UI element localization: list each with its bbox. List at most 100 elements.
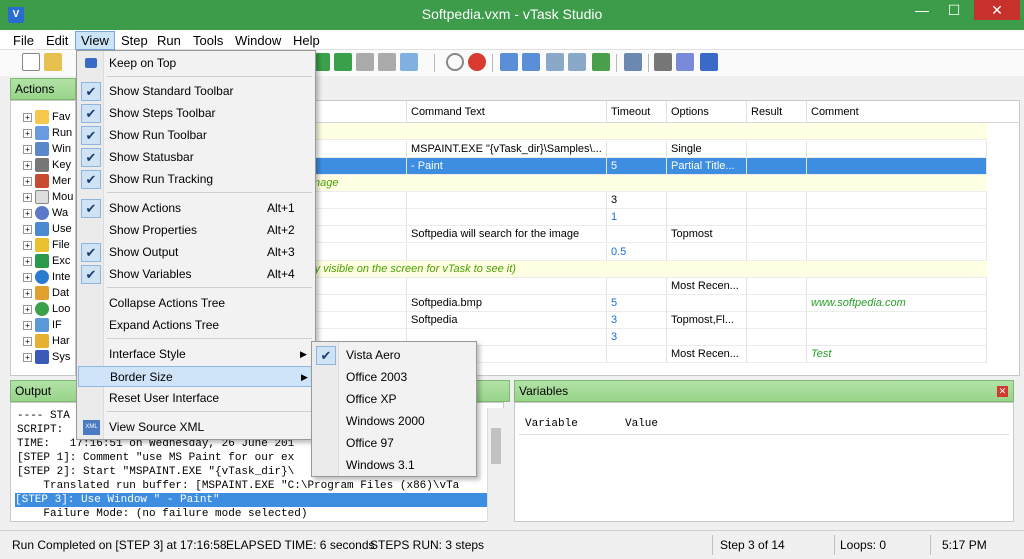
close-window-button[interactable]: ✕ bbox=[974, 0, 1020, 20]
column-header[interactable]: Result bbox=[747, 101, 807, 123]
grid-cell[interactable] bbox=[607, 278, 667, 295]
grid-cell[interactable] bbox=[807, 329, 987, 346]
tree-item[interactable]: + IF bbox=[23, 317, 62, 333]
grid-cell[interactable] bbox=[747, 192, 807, 209]
grid-cell[interactable]: Softpedia will search for the image bbox=[407, 226, 607, 243]
grid-cell[interactable]: Topmost,Fl... bbox=[667, 312, 747, 329]
menu-item-expand-actions-tree[interactable]: Expand Actions Tree bbox=[78, 315, 314, 336]
tree-item[interactable]: + Run bbox=[23, 125, 72, 141]
calendar-icon[interactable] bbox=[624, 53, 642, 71]
grid-cell[interactable]: Softpedia.bmp bbox=[407, 295, 607, 312]
menu-item-show-standard-toolbar[interactable]: ✔ Show Standard Toolbar bbox=[78, 81, 314, 102]
grid-cell[interactable] bbox=[407, 278, 607, 295]
tree-item[interactable]: + Sys bbox=[23, 349, 70, 365]
column-header[interactable]: Comment bbox=[807, 101, 1019, 123]
tree-item[interactable]: + Wa bbox=[23, 205, 68, 221]
grid-cell[interactable] bbox=[607, 226, 667, 243]
delete-step-icon[interactable] bbox=[468, 53, 486, 71]
tools-icon[interactable] bbox=[654, 53, 672, 71]
menu-item-show-output[interactable]: ✔ Show Output Alt+3 bbox=[78, 242, 314, 263]
menu-item-interface-style[interactable]: Interface Style ▶ bbox=[78, 344, 314, 365]
open-folder-icon[interactable] bbox=[44, 53, 62, 71]
tree-item[interactable]: + Dat bbox=[23, 285, 69, 301]
column-header[interactable]: Options bbox=[667, 101, 747, 123]
menu-item-keep-on-top[interactable]: Keep on Top bbox=[78, 53, 314, 74]
tree-item[interactable]: + File bbox=[23, 237, 70, 253]
grid-cell[interactable]: 5 bbox=[607, 295, 667, 312]
grid-cell[interactable] bbox=[747, 295, 807, 312]
style-option-office-2003[interactable]: Office 2003 bbox=[313, 367, 475, 388]
style-option-office-xp[interactable]: Office XP bbox=[313, 389, 475, 410]
grid-cell[interactable] bbox=[667, 209, 747, 226]
grid-cell[interactable]: 5 bbox=[607, 158, 667, 175]
menu-step[interactable]: Step bbox=[116, 32, 153, 49]
menu-item-reset-user-interface[interactable]: Reset User Interface bbox=[78, 388, 314, 409]
menu-item-show-properties[interactable]: Show Properties Alt+2 bbox=[78, 220, 314, 241]
grid-cell[interactable] bbox=[747, 158, 807, 175]
menu-item-border-size[interactable]: Border Size ▶ bbox=[78, 366, 314, 387]
grid-cell[interactable] bbox=[747, 244, 807, 261]
grid-cell[interactable] bbox=[667, 329, 747, 346]
style-option-windows-2000[interactable]: Windows 2000 bbox=[313, 411, 475, 432]
options-icon[interactable] bbox=[676, 53, 694, 71]
grid-cell[interactable]: MSPAINT.EXE "{vTask_dir}\Samples\... bbox=[407, 141, 607, 158]
pause-icon[interactable] bbox=[356, 53, 374, 71]
pin-icon[interactable] bbox=[700, 53, 718, 71]
grid-cell[interactable] bbox=[807, 278, 987, 295]
grid-cell[interactable]: Softpedia bbox=[407, 312, 607, 329]
grid-cell[interactable] bbox=[747, 209, 807, 226]
grid-cell[interactable]: www.softpedia.com bbox=[807, 295, 987, 312]
grid-cell[interactable] bbox=[807, 209, 987, 226]
grid-cell[interactable]: 3 bbox=[607, 329, 667, 346]
maximize-button[interactable]: ☐ bbox=[940, 0, 968, 20]
tree-item[interactable]: + Key bbox=[23, 157, 71, 173]
comment-icon[interactable] bbox=[592, 53, 610, 71]
tree-item[interactable]: + Mer bbox=[23, 173, 71, 189]
tree-item[interactable]: + Use bbox=[23, 221, 72, 237]
tree-item[interactable]: + Mou bbox=[23, 189, 73, 205]
tree-item[interactable]: + Fav bbox=[23, 109, 70, 125]
grid-cell[interactable] bbox=[747, 141, 807, 158]
style-option-vista-aero[interactable]: ✔ Vista Aero bbox=[313, 345, 475, 366]
grid-cell[interactable] bbox=[807, 312, 987, 329]
output-scrollbar[interactable] bbox=[487, 408, 504, 522]
tree-item[interactable]: + Har bbox=[23, 333, 70, 349]
stop-icon[interactable] bbox=[378, 53, 396, 71]
grid-cell[interactable] bbox=[407, 192, 607, 209]
grid-cell[interactable] bbox=[747, 278, 807, 295]
close-variables-icon[interactable]: ✕ bbox=[997, 386, 1008, 397]
style-option-windows-3-1[interactable]: Windows 3.1 bbox=[313, 455, 475, 476]
menu-item-show-variables[interactable]: ✔ Show Variables Alt+4 bbox=[78, 264, 314, 285]
grid-cell[interactable]: Most Recen... bbox=[667, 278, 747, 295]
menu-item-view-source-xml[interactable]: XML View Source XML bbox=[78, 417, 314, 438]
menu-item-collapse-actions-tree[interactable]: Collapse Actions Tree bbox=[78, 293, 314, 314]
grid-cell[interactable] bbox=[407, 209, 607, 226]
disable-icon[interactable] bbox=[446, 53, 464, 71]
actions-tree[interactable]: + Fav + Run + Win + Key + Mer + Mou + Wa + Use +… bbox=[10, 100, 76, 376]
grid-cell[interactable] bbox=[607, 346, 667, 363]
grid-cell[interactable]: Test bbox=[807, 346, 987, 363]
grid-cell[interactable]: Most Recen... bbox=[667, 346, 747, 363]
new-file-icon[interactable] bbox=[22, 53, 40, 71]
move-down-icon[interactable] bbox=[522, 53, 540, 71]
outdent-icon[interactable] bbox=[568, 53, 586, 71]
grid-cell[interactable]: Single bbox=[667, 141, 747, 158]
indent-icon[interactable] bbox=[546, 53, 564, 71]
minimize-button[interactable]: — bbox=[908, 0, 936, 20]
grid-cell[interactable] bbox=[747, 226, 807, 243]
grid-cell[interactable] bbox=[747, 346, 807, 363]
column-header[interactable]: Timeout bbox=[607, 101, 667, 123]
tree-item[interactable]: + Inte bbox=[23, 269, 70, 285]
column-header[interactable]: Command Text bbox=[407, 101, 607, 123]
grid-cell[interactable] bbox=[807, 158, 987, 175]
grid-cell[interactable] bbox=[747, 329, 807, 346]
grid-cell[interactable]: Topmost bbox=[667, 226, 747, 243]
tree-item[interactable]: + Exc bbox=[23, 253, 70, 269]
style-option-office-97[interactable]: Office 97 bbox=[313, 433, 475, 454]
grid-cell[interactable] bbox=[807, 226, 987, 243]
menu-item-show-run-tracking[interactable]: ✔ Show Run Tracking bbox=[78, 169, 314, 190]
grid-cell[interactable]: 3 bbox=[607, 192, 667, 209]
grid-cell[interactable]: 0.5 bbox=[607, 244, 667, 261]
menu-help[interactable]: Help bbox=[288, 32, 325, 49]
value-column-header[interactable]: Value bbox=[625, 418, 658, 430]
